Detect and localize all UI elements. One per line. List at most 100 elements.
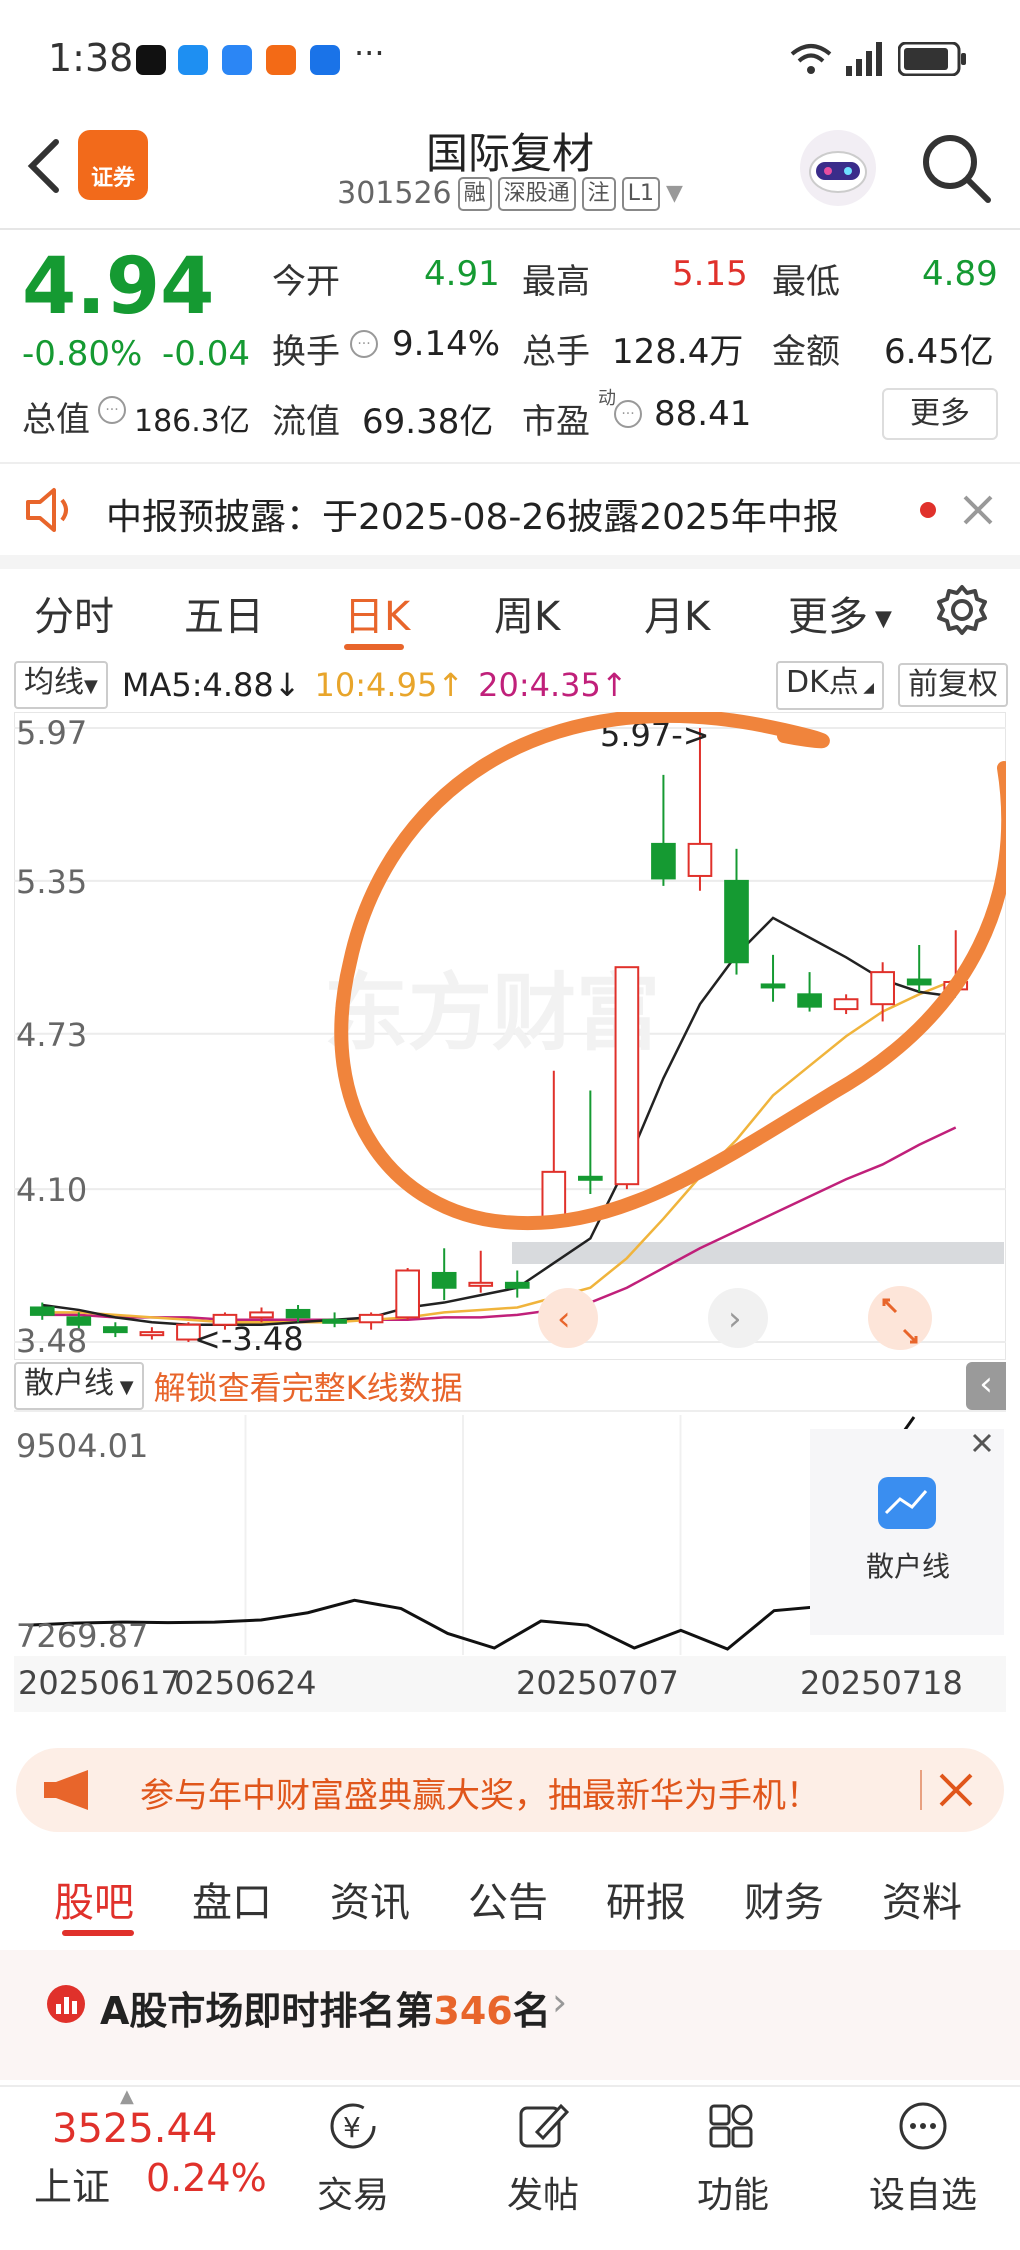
candle-body: [760, 983, 786, 989]
open-value: 4.91: [424, 254, 500, 294]
pe-label: 市盈: [522, 402, 590, 442]
tab-announcements[interactable]: 公告: [468, 1870, 548, 1928]
ma-select-label: 均线: [24, 665, 84, 700]
unlock-kline-link[interactable]: 解锁查看完整K线数据: [154, 1363, 463, 1409]
caret-down-icon: ▼: [114, 1377, 134, 1398]
ma20-value: 20:4.35↑: [478, 666, 628, 704]
low-value: 4.89: [922, 254, 998, 294]
speaker-icon: [26, 488, 68, 532]
kline-chart[interactable]: 东方财富 5.975.354.734.103.48 5.97-> <-3.48 …: [14, 712, 1006, 1360]
tab-research[interactable]: 研报: [606, 1870, 686, 1928]
info-icon[interactable]: ···: [614, 400, 642, 428]
ranking-number: 346: [433, 1989, 513, 2033]
bulb-icon: [310, 45, 340, 75]
float-value: 69.38亿: [362, 402, 494, 442]
nav-post-label: 发帖: [506, 2175, 579, 2216]
taobao-icon: [266, 45, 296, 75]
badge-label: 散户线: [866, 1550, 950, 1583]
candle-body: [797, 993, 822, 1008]
weather-icon: [222, 45, 252, 75]
retail-line-chart: 9504.01 7269.87 散户线: [14, 1415, 1006, 1655]
promo-text: 参与年中财富盛典赢大奖，抽最新华为手机！: [140, 1776, 820, 1816]
nav-post[interactable]: 发帖: [478, 2100, 608, 2218]
chevron-down-icon[interactable]: ▼: [666, 181, 683, 206]
candle: [395, 1268, 420, 1320]
tab-five-day[interactable]: 五日: [184, 584, 264, 642]
tab-more[interactable]: 更多 ▼: [788, 584, 892, 642]
robot-assistant-icon[interactable]: [796, 126, 880, 210]
notice-bar[interactable]: 中报预披露：于2025-08-26披露2025年中报: [0, 480, 1020, 540]
price-adjust-button[interactable]: 前复权: [898, 663, 1008, 707]
pe-value: 88.41: [654, 394, 752, 434]
ranking-chart-icon: [47, 1985, 85, 2023]
candle-body: [285, 1308, 311, 1319]
message-icon: [178, 45, 208, 75]
dk-point-button[interactable]: DK点 ◢: [776, 660, 884, 710]
battery-icon: [898, 42, 966, 76]
nav-functions[interactable]: 功能: [668, 2100, 798, 2218]
candle-body: [431, 1271, 457, 1289]
tab-daily-k[interactable]: 日K: [344, 584, 410, 642]
tab-monthly-k[interactable]: 月K: [644, 584, 710, 642]
y-tick-label: 4.10: [16, 1171, 87, 1209]
fullscreen-bubble[interactable]: [868, 1286, 932, 1350]
active-tab-indicator: [344, 644, 404, 650]
high-value: 5.15: [672, 254, 748, 294]
sub-indicator-label: 散户线: [24, 1366, 114, 1401]
megaphone-icon: [44, 1770, 88, 1810]
nav-add-watchlist[interactable]: 设自选: [858, 2100, 988, 2218]
more-dots-icon: [899, 2102, 947, 2150]
dk-point-label: DK点: [786, 664, 859, 700]
index-value[interactable]: 3525.44: [52, 2106, 217, 2152]
promo-banner[interactable]: 参与年中财富盛典赢大奖，抽最新华为手机！: [16, 1748, 1004, 1832]
tab-financials[interactable]: 财务: [744, 1870, 824, 1928]
change-percent: -0.80%: [22, 334, 143, 374]
notice-text: 中报预披露：于2025-08-26披露2025年中报: [106, 497, 839, 538]
tab-profile[interactable]: 资料: [882, 1870, 962, 1928]
indicator-row: 均线▼ MA5:4.88↓ 10:4.95↑ 20:4.35↑ DK点 ◢ 前复…: [14, 660, 1008, 710]
sub-indicator-row: 散户线 ▼ 解锁查看完整K线数据 ‹: [14, 1362, 1006, 1412]
more-button[interactable]: 更多: [882, 388, 998, 440]
tag-level1: L1: [621, 176, 660, 211]
nav-trade[interactable]: ¥ 交易: [288, 2100, 418, 2218]
high-label: 最高: [522, 262, 590, 302]
tiktok-icon: [136, 45, 166, 75]
info-icon[interactable]: ···: [98, 396, 126, 424]
sub-indicator-select[interactable]: 散户线 ▼: [14, 1362, 144, 1410]
candle-body: [468, 1281, 494, 1287]
ranking-card[interactable]: A股市场即时排名第346名 ›: [0, 1950, 1020, 2080]
search-icon[interactable]: [918, 130, 994, 206]
x-label-3: 20250707: [516, 1664, 679, 1702]
caret-up-icon: ▲: [120, 2086, 134, 2107]
tab-intraday[interactable]: 分时: [34, 584, 114, 642]
chevron-left-icon: ‹: [557, 1299, 571, 1339]
divider: [0, 462, 1020, 464]
y-tick-label: 4.73: [16, 1016, 87, 1054]
tab-news[interactable]: 资讯: [330, 1870, 410, 1928]
sub-y-max: 9504.01: [16, 1427, 148, 1465]
retail-line-badge[interactable]: [810, 1429, 1004, 1635]
float-label: 流值: [272, 402, 340, 442]
candle-body: [358, 1313, 384, 1324]
close-icon[interactable]: [962, 494, 994, 526]
ma-select[interactable]: 均线▼: [14, 661, 108, 709]
candle-body: [651, 842, 676, 880]
settings-gear-icon[interactable]: [936, 584, 988, 636]
tab-orderbook[interactable]: 盘口: [192, 1870, 272, 1928]
ma10-value: 10:4.95↑: [314, 666, 465, 704]
gray-band: [512, 1242, 1004, 1264]
candle-body: [578, 1175, 603, 1181]
info-icon[interactable]: ···: [350, 330, 378, 358]
tab-weekly-k[interactable]: 周K: [494, 584, 560, 642]
chevron-right-icon: ›: [552, 1980, 568, 2024]
close-icon[interactable]: [938, 1772, 974, 1808]
open-label: 今开: [272, 262, 340, 302]
collapse-panel-icon[interactable]: ‹: [966, 1362, 1006, 1410]
amount-value: 6.45亿: [884, 332, 994, 372]
more-notifications: ···: [354, 34, 385, 72]
y-tick-label: 3.48: [16, 1322, 87, 1360]
candle-body: [614, 966, 640, 1186]
ranking-prefix: A股市场即时排名第: [100, 1989, 434, 2033]
tab-forum[interactable]: 股吧: [54, 1870, 134, 1928]
tag-registered: 注: [581, 176, 616, 211]
